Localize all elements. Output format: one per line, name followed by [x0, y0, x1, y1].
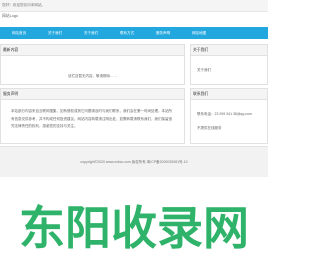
latest-content-panel: 最新内容 该栏目暂无内容，敬请期待……	[0, 44, 185, 85]
contact-hours: 不提供在线服务	[197, 126, 222, 130]
contact-phone: 联系电话：23 299 341 38@qq.com	[197, 112, 252, 116]
watermark: 东阳收录网	[0, 176, 268, 271]
statement-panel: 服务声明 本站部分内容来自互联网搜集，如有侵权或其它问题请及时与我们联系，我们会…	[0, 88, 185, 144]
empty-notice: 该栏目暂无内容，敬请期待……	[68, 74, 117, 78]
nav-item-about-2[interactable]: 关于我们	[76, 27, 106, 39]
nav-item-sitemap[interactable]: 网站地图	[184, 27, 214, 39]
main-nav: 网站首页 关于我们 关于我们 联系方式 服务声明 网站地图	[0, 27, 268, 39]
watermark-text: 东阳收录网	[19, 201, 249, 255]
nav-item-statement[interactable]: 服务声明	[148, 27, 178, 39]
contact-title: 联系我们	[191, 89, 267, 100]
copyright-text: copyright©2020 www.xxbcc.com 版权所有 粤ICP备2…	[80, 160, 188, 164]
nav-item-contact[interactable]: 联系方式	[112, 27, 142, 39]
about-side-link[interactable]: 关于我们	[197, 68, 211, 72]
footer: copyright©2020 www.xxbcc.com 版权所有 粤ICP备2…	[0, 146, 268, 177]
about-side-panel: 关于我们 关于我们	[190, 44, 268, 85]
statement-text: 本站部分内容来自互联网搜集，如有侵权或其它问题请及时与我们联系，我们会在第一时间…	[11, 109, 172, 129]
welcome-text: 您好！欢迎您访问本网站。	[2, 3, 46, 7]
nav-item-home[interactable]: 网站首页	[4, 27, 34, 39]
latest-content-title: 最新内容	[1, 45, 184, 56]
about-side-title: 关于我们	[191, 45, 267, 56]
nav-item-about[interactable]: 关于我们	[40, 27, 70, 39]
logo-area[interactable]: 网站Logo	[0, 11, 268, 21]
statement-title: 服务声明	[1, 89, 184, 100]
site-logo[interactable]: 网站Logo	[2, 11, 18, 21]
contact-panel: 联系我们 联系电话：23 299 341 38@qq.com 不提供在线服务	[190, 88, 268, 144]
